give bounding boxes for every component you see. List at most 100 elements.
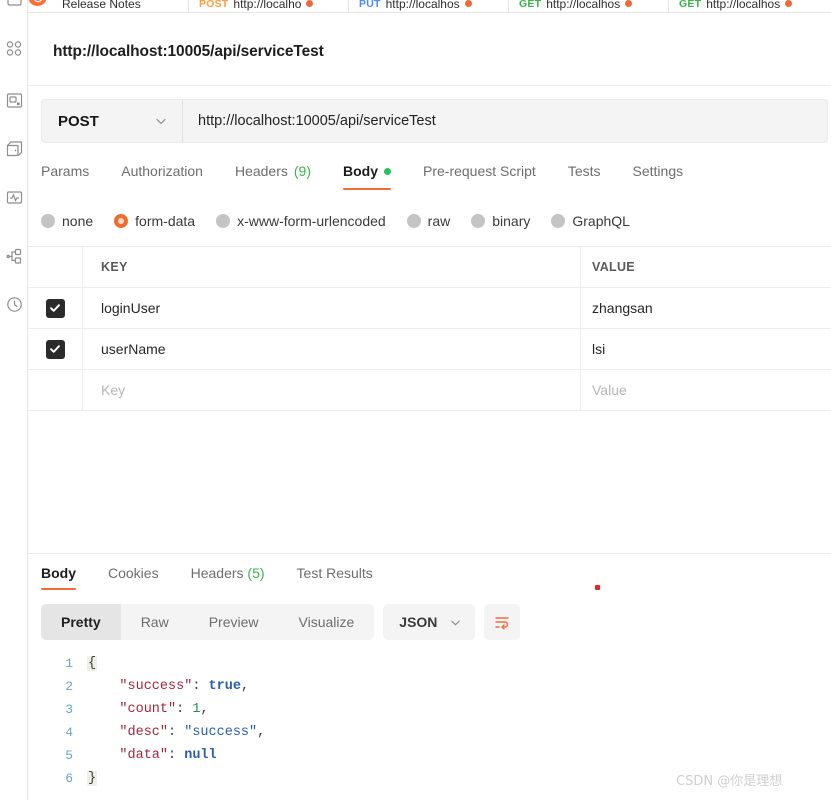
code-line: 3 "count": 1,	[41, 698, 821, 721]
code-line-text: "success": true,	[119, 679, 250, 694]
row-checkbox[interactable]	[45, 339, 65, 359]
body-type-form-data[interactable]: form-data	[114, 213, 195, 229]
wrap-lines-icon[interactable]	[484, 604, 521, 640]
mock-servers-icon[interactable]	[4, 138, 25, 159]
cursor-marker	[595, 585, 600, 590]
request-tab-settings[interactable]: Settings	[617, 160, 700, 182]
radio-icon	[216, 214, 231, 228]
row-key-input[interactable]: userName	[83, 329, 581, 369]
response-tab-label: Body	[41, 565, 76, 581]
request-tab-headers[interactable]: Headers (9)	[219, 160, 327, 182]
response-tab-label: Cookies	[108, 565, 159, 581]
line-number: 2	[65, 679, 73, 694]
table-row: userName lsi	[28, 329, 831, 370]
new-row-value-input[interactable]: Value	[581, 370, 831, 410]
request-tab-label: Tests	[567, 163, 601, 179]
code-line: 4 "desc": "success",	[41, 721, 821, 744]
table-row: loginUser zhangsan	[28, 288, 831, 329]
response-section-tabs: Body Cookies Headers (5) Test Results	[41, 562, 389, 592]
new-row-key-input[interactable]: Key	[83, 370, 581, 410]
response-tab-count: (5)	[247, 565, 265, 581]
body-type-binary[interactable]: binary	[471, 213, 530, 229]
page-title: http://localhost:10005/api/serviceTest	[53, 43, 324, 60]
new-row-checkbox-cell	[28, 370, 83, 410]
collections-icon[interactable]	[4, 38, 25, 59]
monitors-icon[interactable]	[4, 187, 25, 208]
tab-method-label: GET	[679, 0, 702, 10]
request-tab-pre-request-script[interactable]: Pre-request Script	[407, 160, 552, 182]
request-tab-label: Body	[343, 163, 378, 179]
body-type-label: GraphQL	[572, 213, 630, 229]
response-tab-test-results[interactable]: Test Results	[281, 562, 389, 584]
column-header-value: VALUE	[592, 260, 635, 274]
url-input[interactable]: http://localhost:10005/api/serviceTest	[183, 100, 827, 142]
body-type-none[interactable]: none	[41, 213, 93, 229]
form-data-table: KEY VALUE loginUser zhangsan userName lsi Key V…	[28, 246, 831, 411]
line-number: 4	[65, 725, 73, 740]
response-view-segmented-control: Pretty Raw Preview Visualize	[41, 604, 375, 640]
tab-url-label: http://localhos	[546, 0, 621, 11]
table-header-row: KEY VALUE	[28, 247, 831, 288]
postman-logo-icon	[28, 0, 47, 6]
request-tab-authorization[interactable]: Authorization	[105, 160, 219, 182]
workspace-icon[interactable]	[4, 0, 25, 9]
body-type-label: binary	[492, 213, 531, 229]
body-type-label: form-data	[135, 213, 196, 229]
request-tab[interactable]: PUT http://localhos	[348, 0, 508, 12]
tab-method-label: GET	[519, 0, 542, 10]
chevron-down-icon	[449, 616, 462, 629]
row-key-input[interactable]: loginUser	[83, 288, 581, 328]
body-type-raw[interactable]: raw	[406, 213, 450, 229]
response-tab-headers[interactable]: Headers (5)	[175, 562, 281, 584]
postman-window: Release Notes POST http://localho PUT http:/…	[0, 0, 831, 800]
radio-icon	[406, 214, 421, 228]
tab-method-label: PUT	[359, 0, 381, 10]
radio-icon	[41, 214, 55, 228]
code-line-text: "count": 1,	[119, 702, 209, 717]
unsaved-indicator-icon	[306, 0, 314, 7]
http-method-label: POST	[58, 112, 99, 130]
request-tab-label: Params	[41, 163, 90, 179]
body-type-radio-group: none form-data x-www-form-urlencoded raw bin…	[41, 208, 651, 234]
body-present-indicator-icon	[384, 167, 391, 175]
response-view-raw[interactable]: Raw	[121, 604, 189, 640]
environments-icon[interactable]	[4, 90, 25, 111]
line-number: 5	[65, 748, 73, 763]
row-checkbox[interactable]	[45, 298, 65, 318]
request-tab-body[interactable]: Body	[327, 160, 407, 190]
request-tab-label: Pre-request Script	[423, 163, 536, 179]
code-line: 1{	[41, 652, 821, 675]
response-view-visualize[interactable]: Visualize	[279, 604, 375, 640]
body-type-label: none	[62, 213, 94, 229]
tab-url-label: http://localhos	[706, 0, 781, 11]
request-tab-params[interactable]: Params	[41, 160, 105, 182]
flows-icon[interactable]	[4, 246, 25, 267]
request-tab[interactable]: POST http://localho	[188, 0, 348, 12]
request-tab[interactable]: GET http://localhos	[508, 0, 668, 12]
row-value-input[interactable]: lsi	[581, 329, 831, 369]
watermark: CSDN @你是理想	[676, 774, 783, 789]
http-method-select[interactable]: POST	[42, 100, 183, 142]
response-language-select[interactable]: JSON	[383, 604, 476, 640]
response-view-pretty[interactable]: Pretty	[41, 604, 121, 640]
chevron-down-icon	[154, 114, 168, 128]
request-tab-count: (9)	[293, 163, 311, 179]
request-title-bar: http://localhost:10005/api/serviceTest	[28, 13, 831, 86]
body-type-graphql[interactable]: GraphQL	[551, 213, 630, 229]
body-type-x-www-form-urlencoded[interactable]: x-www-form-urlencoded	[216, 213, 386, 229]
body-type-label: x-www-form-urlencoded	[237, 213, 386, 229]
response-tab-cookies[interactable]: Cookies	[92, 562, 175, 584]
table-new-row: Key Value	[28, 370, 831, 411]
request-tab-label: Authorization	[121, 163, 203, 179]
code-line: 5 "data": null	[41, 744, 821, 767]
request-tab[interactable]: GET http://localhos	[668, 0, 828, 12]
row-value-input[interactable]: zhangsan	[581, 288, 831, 328]
release-notes-tab[interactable]: Release Notes	[28, 0, 151, 12]
request-tab-tests[interactable]: Tests	[552, 160, 617, 182]
code-line-text: "desc": "success",	[119, 725, 266, 740]
response-view-preview[interactable]: Preview	[189, 604, 279, 640]
request-section-tabs: Params Authorization Headers (9) Body Pre-req…	[41, 160, 699, 192]
request-tab-label: Settings	[632, 163, 684, 179]
history-icon[interactable]	[4, 294, 25, 315]
response-tab-body[interactable]: Body	[41, 562, 92, 590]
